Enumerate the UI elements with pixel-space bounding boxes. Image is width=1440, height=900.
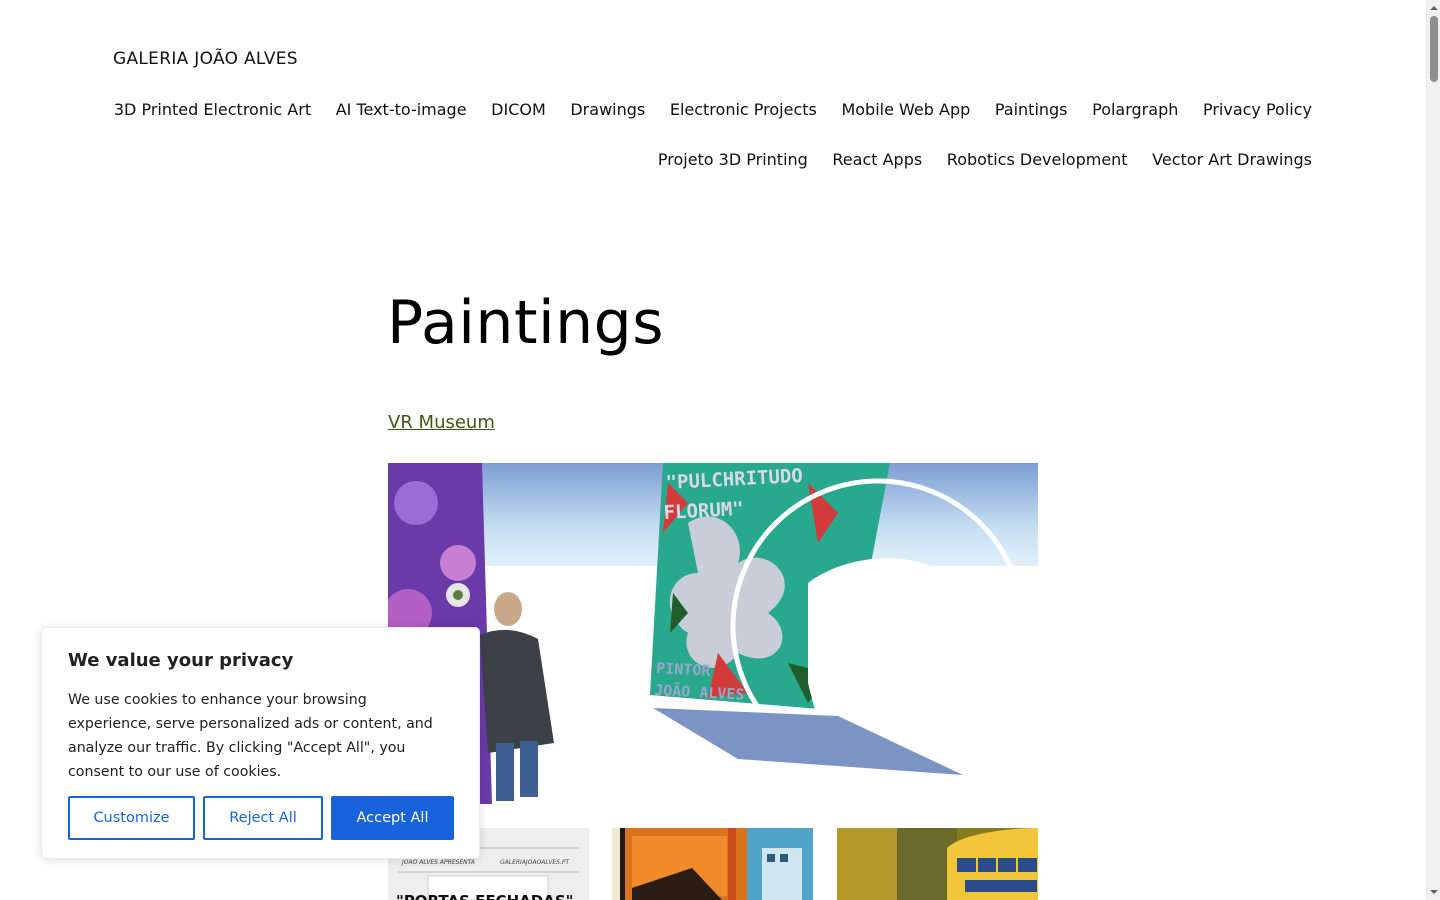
nav-item-mobile-web-app[interactable]: Mobile Web App: [841, 100, 970, 119]
nav-item-3d-printed-electronic-art[interactable]: 3D Printed Electronic Art: [114, 100, 311, 119]
thumbnail-1-site: GALERIAJOAOALVES.PT: [500, 859, 570, 866]
customize-button[interactable]: Customize: [68, 796, 195, 840]
page-scrollbar[interactable]: [1426, 0, 1440, 900]
poster-title-line2: FLORUM": [663, 498, 744, 524]
nav-item-drawings[interactable]: Drawings: [570, 100, 645, 119]
vr-museum-link[interactable]: VR Museum: [388, 412, 495, 433]
reject-all-button[interactable]: Reject All: [203, 796, 323, 840]
page-title: Paintings: [387, 288, 665, 358]
nav-item-paintings[interactable]: Paintings: [995, 100, 1068, 119]
nav-item-electronic-projects[interactable]: Electronic Projects: [670, 100, 817, 119]
painting-thumbnails: JOÃO ALVES APRESENTA GALERIAJOAOALVES.PT…: [388, 828, 1038, 900]
cookie-title: We value your privacy: [68, 650, 294, 671]
nav-item-projeto-3d-printing[interactable]: Projeto 3D Printing: [658, 150, 808, 169]
vr-museum-image[interactable]: "PULCHRITUDO FLORUM" PINTOR JOÃO ALVES: [388, 463, 1038, 804]
cookie-consent-banner: We value your privacy We use cookies to …: [41, 627, 480, 859]
nav-item-ai-text-to-image[interactable]: AI Text-to-image: [336, 100, 467, 119]
thumbnail-painting-2[interactable]: [612, 828, 813, 900]
cookie-buttons: Customize Reject All Accept All: [68, 796, 454, 840]
nav-item-polargraph[interactable]: Polargraph: [1092, 100, 1178, 119]
cookie-description: We use cookies to enhance your browsing …: [68, 692, 433, 780]
scroll-down-arrow-icon[interactable]: [1429, 887, 1439, 897]
nav-row-2: Projeto 3D Printing React Apps Robotics …: [72, 146, 1312, 196]
thumbnail-1-presenter: JOÃO ALVES APRESENTA: [401, 859, 475, 866]
nav-item-dicom[interactable]: DICOM: [491, 100, 546, 119]
poster-artist-line1: PINTOR: [656, 659, 712, 680]
site-title[interactable]: GALERIA JOÃO ALVES: [113, 49, 298, 69]
nav-item-privacy-policy[interactable]: Privacy Policy: [1203, 100, 1312, 119]
vr-scene-illustration: "PULCHRITUDO FLORUM" PINTOR JOÃO ALVES: [388, 463, 1038, 804]
nav-item-react-apps[interactable]: React Apps: [832, 150, 922, 169]
thumbnail-2-image: [612, 828, 813, 900]
main-nav: 3D Printed Electronic Art AI Text-to-ima…: [72, 96, 1312, 196]
nav-item-robotics-development[interactable]: Robotics Development: [947, 150, 1128, 169]
nav-row-1: 3D Printed Electronic Art AI Text-to-ima…: [72, 96, 1312, 146]
thumbnail-1-title: "PORTAS FECHADAS": [396, 892, 573, 900]
accept-all-button[interactable]: Accept All: [331, 796, 454, 840]
scroll-up-arrow-icon[interactable]: [1429, 3, 1439, 13]
thumbnail-3-image: [837, 828, 1038, 900]
nav-item-vector-art-drawings[interactable]: Vector Art Drawings: [1152, 150, 1312, 169]
scrollbar-thumb[interactable]: [1430, 16, 1438, 82]
thumbnail-painting-3[interactable]: [837, 828, 1038, 900]
